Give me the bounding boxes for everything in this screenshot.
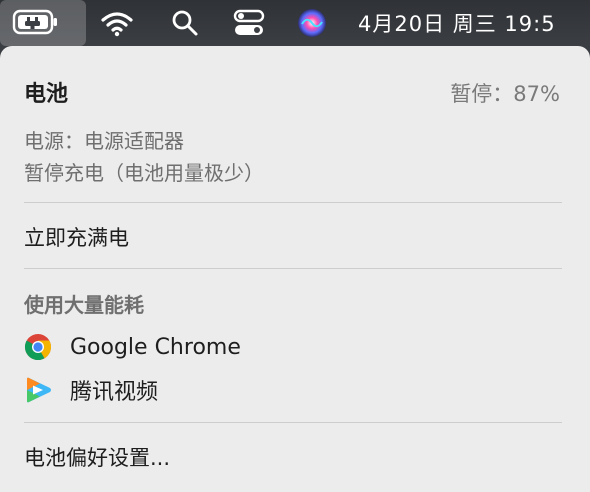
- separator: [24, 268, 562, 269]
- charge-now-item[interactable]: 立即充满电: [24, 222, 129, 252]
- significant-energy-heading: 使用大量能耗: [24, 293, 144, 317]
- app-item-tencent-video[interactable]: 腾讯视频: [24, 374, 158, 406]
- battery-menu-extra[interactable]: [0, 0, 86, 46]
- app-name: 腾讯视频: [70, 380, 159, 405]
- siri-menu-extra[interactable]: [296, 0, 328, 46]
- battery-preferences-item[interactable]: 电池偏好设置...: [24, 442, 170, 472]
- wifi-menu-extra[interactable]: [100, 0, 134, 46]
- app-name: Google Chrome: [70, 334, 241, 360]
- app-item-google-chrome[interactable]: Google Chrome: [24, 331, 241, 363]
- spotlight-menu-extra[interactable]: [170, 0, 200, 46]
- separator: [24, 422, 562, 423]
- siri-icon: [298, 9, 326, 37]
- battery-status: 暂停：87%: [450, 82, 560, 106]
- control-center-icon: [233, 9, 265, 35]
- menu-bar: 4月20日 周三 19:5: [0, 0, 590, 46]
- separator: [24, 202, 562, 203]
- chrome-icon: [24, 334, 52, 361]
- tencent-video-icon: [27, 377, 51, 403]
- battery-icon: [12, 9, 57, 35]
- charging-paused-text: 暂停充电（电池用量极少）: [24, 161, 264, 185]
- battery-menu-title: 电池: [24, 82, 69, 107]
- control-center-menu-extra[interactable]: [233, 0, 265, 46]
- search-icon: [172, 10, 198, 36]
- battery-menu-panel: 电池 暂停：87% 电源：电源适配器 暂停充电（电池用量极少） 立即充满电 使用…: [0, 46, 590, 492]
- menu-bar-clock[interactable]: 4月20日 周三 19:5: [358, 0, 556, 46]
- power-source-text: 电源：电源适配器: [24, 129, 184, 153]
- wifi-icon: [101, 12, 133, 37]
